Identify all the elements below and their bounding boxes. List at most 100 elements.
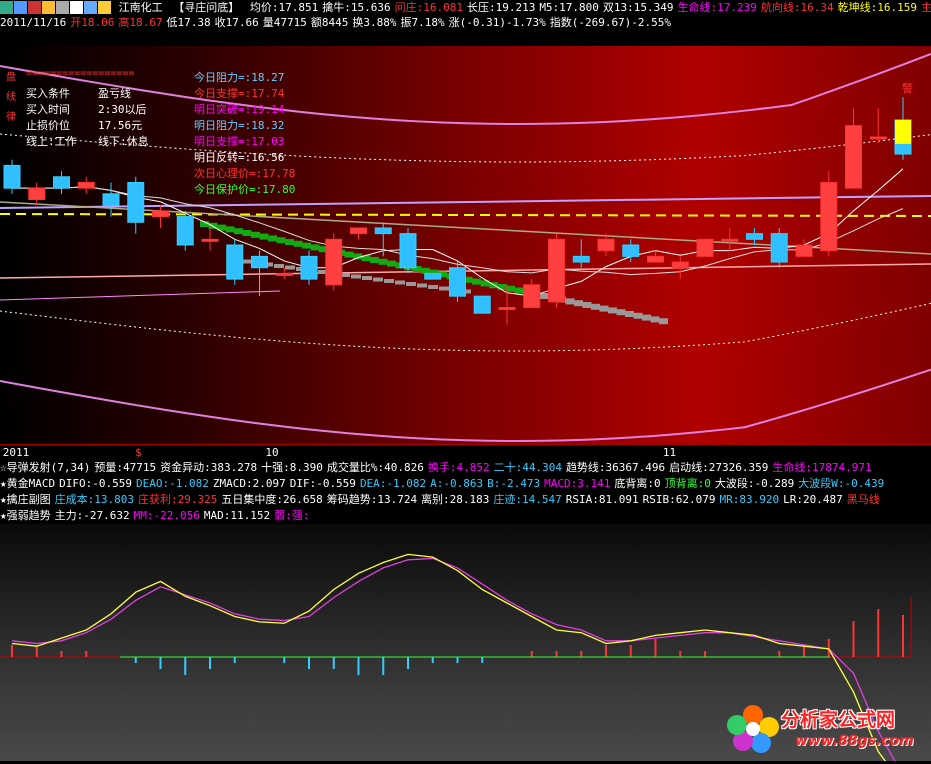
indicator-3-field-4: 筹码趋势:13.724 [326, 493, 418, 506]
candle-body[interactable] [3, 164, 21, 189]
indicator-4-field-1: 主力:-27.632 [54, 509, 130, 522]
strength-indicator-chart[interactable]: 分析家公式网 www.88gs.com [0, 524, 931, 764]
cost-band-segment [428, 285, 438, 289]
candle-body[interactable] [374, 227, 392, 235]
indicator-3-field-7: RSIA:81.091 [565, 493, 639, 506]
candle-body[interactable] [869, 136, 887, 140]
candle-body[interactable] [523, 284, 541, 309]
watermark-title: 分析家公式网 [781, 709, 896, 731]
toolbar-icon-4[interactable] [56, 1, 69, 14]
candle-body[interactable] [251, 255, 268, 269]
quote-field-6: 额8445 [310, 16, 349, 29]
stop-value: 17.56元 [98, 119, 143, 132]
candle-body[interactable] [300, 255, 318, 280]
toolbar-readout-4: M5:17.800 [539, 1, 599, 14]
candle-body[interactable] [201, 238, 219, 242]
toolbar-icons[interactable] [0, 1, 112, 14]
candle-body[interactable] [820, 181, 838, 252]
cost-band-segment [633, 312, 643, 319]
cost-band-segment [406, 282, 416, 286]
cost-band-segment [302, 242, 311, 249]
indicator-1-field-8: 启动线:27326.359 [669, 461, 769, 474]
formula-tab[interactable]: 【寻庄问底】 [173, 0, 239, 16]
toolbar-icon-5[interactable] [70, 1, 83, 14]
candle-body[interactable] [498, 307, 516, 311]
stop-row: 止损价位 17.56元 [26, 118, 149, 134]
candle-body[interactable] [548, 238, 565, 303]
cost-band-segment [417, 283, 427, 288]
candle-body[interactable] [424, 272, 442, 280]
candle-body[interactable] [597, 238, 615, 252]
candle-body[interactable] [671, 261, 689, 269]
level-7: 今日保护价=:17.80 [194, 183, 296, 196]
candle-body[interactable] [622, 244, 640, 257]
x-tick-label-1: $ [134, 446, 142, 459]
cost-band-segment [642, 314, 651, 321]
candle-body[interactable] [275, 272, 293, 276]
candle-body[interactable] [845, 125, 862, 189]
toolbar-icon-6[interactable] [84, 1, 97, 14]
candle-body[interactable] [350, 227, 367, 235]
cost-band-segment [370, 257, 379, 263]
candle-body[interactable] [721, 238, 739, 242]
indicator-2-field-11: 大波段:-0.289 [714, 477, 795, 490]
x-tick-label-3: 11 [662, 446, 677, 459]
toolbar-readout-5: 双13:15.349 [602, 1, 674, 14]
indicator-1-field-1: 预量:47715 [94, 461, 157, 474]
toolbar-readout-2: 问庄:16.081 [394, 1, 463, 14]
candle-body[interactable] [325, 238, 343, 286]
candle-body[interactable] [152, 210, 169, 218]
candle-body[interactable] [226, 244, 244, 280]
toolbar-icon-0[interactable] [0, 1, 13, 14]
left-vertical-label: 盘 线 律 [6, 68, 16, 128]
cost-band-segment [276, 237, 286, 244]
candle-body[interactable] [28, 187, 46, 201]
indicator-3-field-5: 离别:28.183 [421, 493, 490, 506]
buy-label: 买入条件 [26, 87, 70, 100]
indicator-1-field-0: ☆导弹发射(7,34) [0, 461, 91, 474]
watermark-url: www.88gs.com [795, 733, 914, 749]
indicator-3-field-1: 庄成本:13.803 [54, 493, 134, 506]
indicator-3-field-3: 五日集中度:26.658 [221, 493, 323, 506]
candle-body[interactable] [449, 267, 466, 297]
price-chart[interactable]: 盘 线 律 ================== 买入条件 盈亏线 买入时间 2:3… [0, 46, 931, 444]
candle-body[interactable] [473, 295, 491, 314]
cost-band-segment [574, 300, 583, 307]
candle-body[interactable] [795, 244, 813, 257]
candle-body[interactable] [647, 255, 664, 263]
last-candle-highlight [895, 119, 911, 144]
candle-body[interactable] [572, 255, 590, 263]
toolbar-icon-3[interactable] [42, 1, 55, 14]
candle-body[interactable] [696, 238, 714, 257]
indicator-2-field-9: 底背离:0 [614, 477, 661, 490]
cost-band-segment [285, 239, 294, 245]
indicator-4-field-2: MM:-22.056 [133, 509, 200, 522]
candle-body[interactable] [102, 193, 120, 206]
candle-body[interactable] [127, 181, 145, 223]
cost-band-segment [268, 235, 277, 242]
cost-band-segment [285, 265, 295, 270]
lower-mid-dotted-line [0, 302, 931, 352]
work-label: 线上:工作 [26, 135, 77, 148]
cost-band-segment [497, 284, 507, 290]
candle-body[interactable] [770, 233, 788, 263]
toolbar-icon-1[interactable] [14, 1, 27, 14]
cost-band-segment [608, 307, 617, 314]
cost-band-segment [582, 302, 592, 308]
candle-body[interactable] [53, 176, 70, 189]
indicator-1-field-3: 十强:8.390 [261, 461, 323, 474]
candle-body[interactable] [399, 233, 417, 269]
cost-band-segment [384, 279, 394, 283]
candle-body[interactable] [77, 181, 95, 189]
cost-band-segment [395, 280, 405, 285]
indicator-2-field-4: DIF:-0.559 [289, 477, 356, 490]
candle-body[interactable] [746, 233, 763, 240]
indicator-row-3: ★擒庄副图 庄成本:13.803 庄获利:29.325 五日集中度:26.658 筹码趋… [0, 492, 931, 508]
indicator-3-field-0: ★擒庄副图 [0, 493, 51, 506]
time-value: 2:30以后 [98, 103, 147, 116]
level-2: 明日突破=:19.14 [194, 103, 285, 116]
left-panel-divider: ================== [26, 68, 135, 79]
toolbar-icon-7[interactable] [98, 1, 111, 14]
toolbar-icon-2[interactable] [28, 1, 41, 14]
candle-body[interactable] [176, 216, 194, 246]
